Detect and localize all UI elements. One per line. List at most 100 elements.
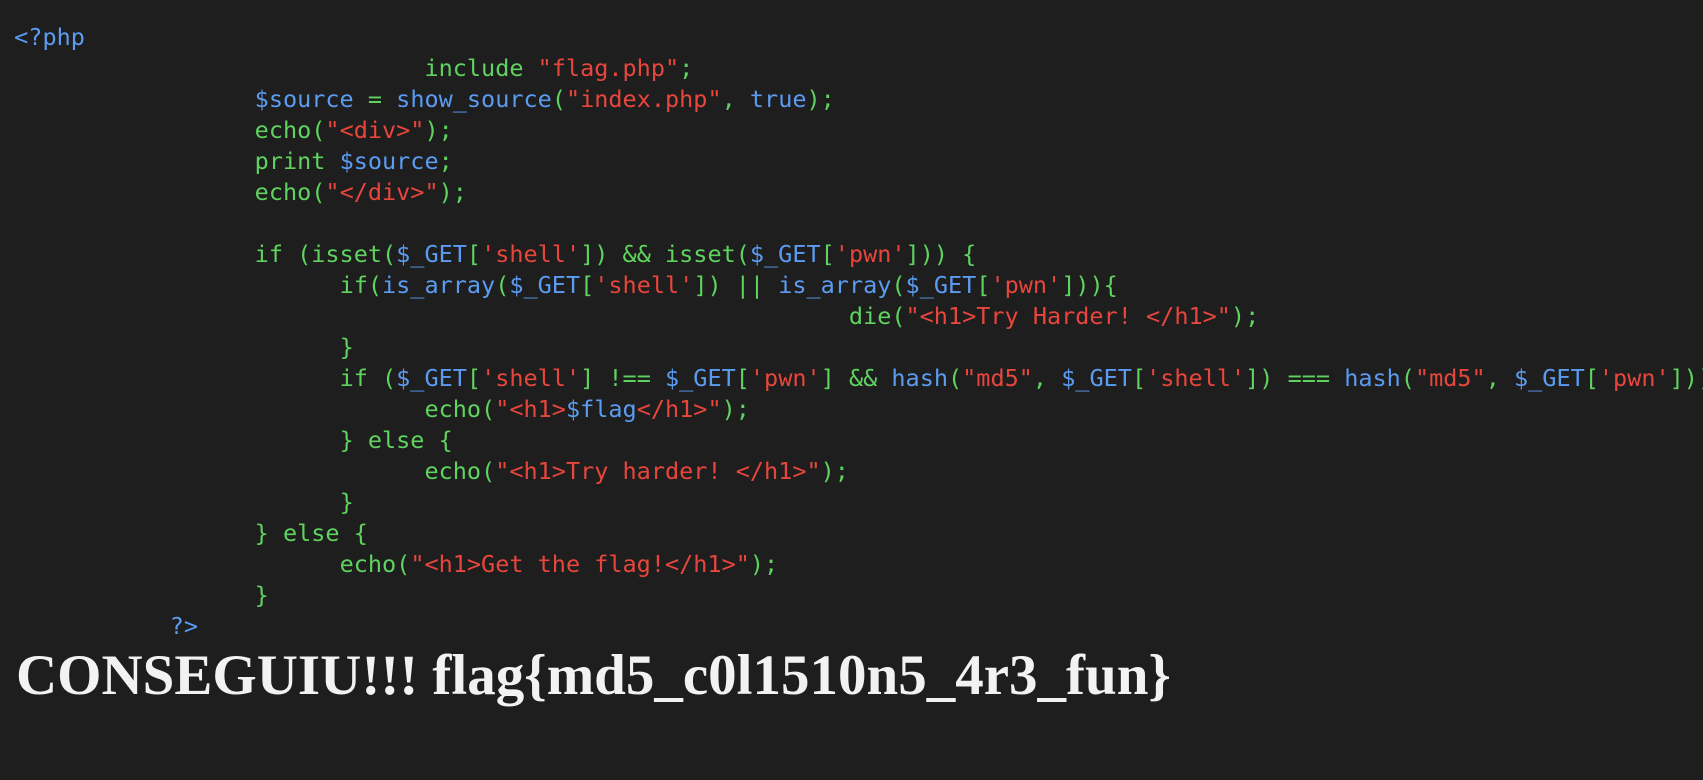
code-token: $_GET [1061,364,1132,392]
code-line: if (isset($_GET['shell']) && isset($_GET… [0,239,1703,270]
code-token: ); [424,116,453,144]
code-token: echo( [424,395,496,423]
code-line: } [0,487,1703,518]
code-token: "<h1>Get the flag!</h1>" [410,550,750,578]
code-token: $_GET [509,271,581,299]
code-token: "md5" [1414,364,1486,392]
code-token: ( [891,271,906,299]
code-token: ( [1400,364,1415,392]
code-token: "<h1>Try Harder! </h1>" [905,302,1231,330]
code-token: 'shell' [481,364,581,392]
code-token: 'pwn' [834,240,906,268]
code-token: is_array [382,271,496,299]
code-token: true [749,85,807,113]
code-token: if (isset( [254,240,397,268]
code-token: ); [749,550,779,578]
code-line: echo("<h1>Get the flag!</h1>"); [0,549,1703,580]
code-token: } [339,333,354,361]
code-line: if(is_array($_GET['shell']) || is_array(… [0,270,1703,301]
code-token: = [353,85,397,113]
code-token: die( [848,302,906,330]
code-token: [ [976,271,991,299]
code-token: is_array [778,271,892,299]
code-token: [ [1131,364,1147,392]
code-token: "<h1> [495,395,566,423]
code-token: ]) === [1245,364,1345,392]
code-token: echo( [254,116,326,144]
code-token: "<div>" [325,116,425,144]
code-line: echo("<div>"); [0,115,1703,146]
code-token: "md5" [962,364,1033,392]
code-line: if ($_GET['shell'] !== $_GET['pwn'] && h… [0,363,1703,394]
code-line: die("<h1>Try Harder! </h1>"); [0,301,1703,332]
code-token: ); [806,85,835,113]
code-token: ); [1230,302,1260,330]
code-token: [ [466,240,482,268]
code-token: $flag [565,395,637,423]
code-token: ])){ [1061,271,1118,299]
code-token: [ [1584,364,1599,392]
code-token: ); [820,457,849,485]
code-token: echo( [254,178,326,206]
code-token: "</div>" [325,178,439,206]
code-token: [ [820,240,835,268]
code-token: ] && [820,364,892,392]
code-line: <?php [0,22,1703,53]
code-line: } else { [0,425,1703,456]
code-token: 'pwn' [749,364,821,392]
code-token: [ [580,271,595,299]
code-token: hash [891,364,948,392]
code-token: ; [679,54,694,82]
code-line: } else { [0,518,1703,549]
code-token: <?php [14,23,85,51]
code-line: include "flag.php"; [0,53,1703,84]
code-line: echo("<h1>$flag</h1>"); [0,394,1703,425]
code-token: , [1485,364,1514,392]
code-token: $_GET [665,364,736,392]
php-source-code: <?php include "flag.php"; $source = show… [0,22,1703,642]
code-token: } [339,488,354,516]
code-token: ( [551,85,566,113]
code-token: } else { [339,426,453,454]
code-line: } [0,580,1703,611]
code-token: ])) { [905,240,977,268]
code-token: $_GET [396,364,467,392]
code-token: 'pwn' [1598,364,1670,392]
code-token: [ [735,364,750,392]
code-token: ; [438,147,453,175]
code-token: 'shell' [594,271,694,299]
code-token: "index.php" [565,85,722,113]
code-token: [ [466,364,482,392]
code-line: } [0,332,1703,363]
code-token: echo( [424,457,496,485]
code-line: echo("</div>"); [0,177,1703,208]
code-token: "<h1>Try harder! </h1>" [495,457,821,485]
code-token: 'shell' [1146,364,1246,392]
code-token: 'pwn' [990,271,1062,299]
code-token: 'shell' [481,240,581,268]
code-token: $_GET [396,240,467,268]
code-token: </h1>" [636,395,722,423]
code-token: $source [254,85,354,113]
code-token: if( [339,271,383,299]
code-token: echo( [339,550,411,578]
code-token: ]) && isset( [580,240,750,268]
code-token: show_source [396,85,552,113]
code-token: include [424,54,538,82]
flag-result-heading: CONSEGUIU!!! flag{md5_c0l1510n5_4r3_fun} [16,644,1171,707]
code-line: $source = show_source("index.php", true)… [0,84,1703,115]
code-token: ( [948,364,963,392]
code-token: if ( [339,364,397,392]
code-token: } else { [254,519,368,547]
code-token: $_GET [749,240,821,268]
code-token: print [254,147,340,175]
code-token: } [254,581,269,609]
code-line: echo("<h1>Try harder! </h1>"); [0,456,1703,487]
code-token: , [721,85,750,113]
code-token: ); [438,178,467,206]
code-token: ); [721,395,750,423]
code-token: hash [1344,364,1401,392]
code-token: ]) || [693,271,779,299]
code-token: $source [339,147,439,175]
